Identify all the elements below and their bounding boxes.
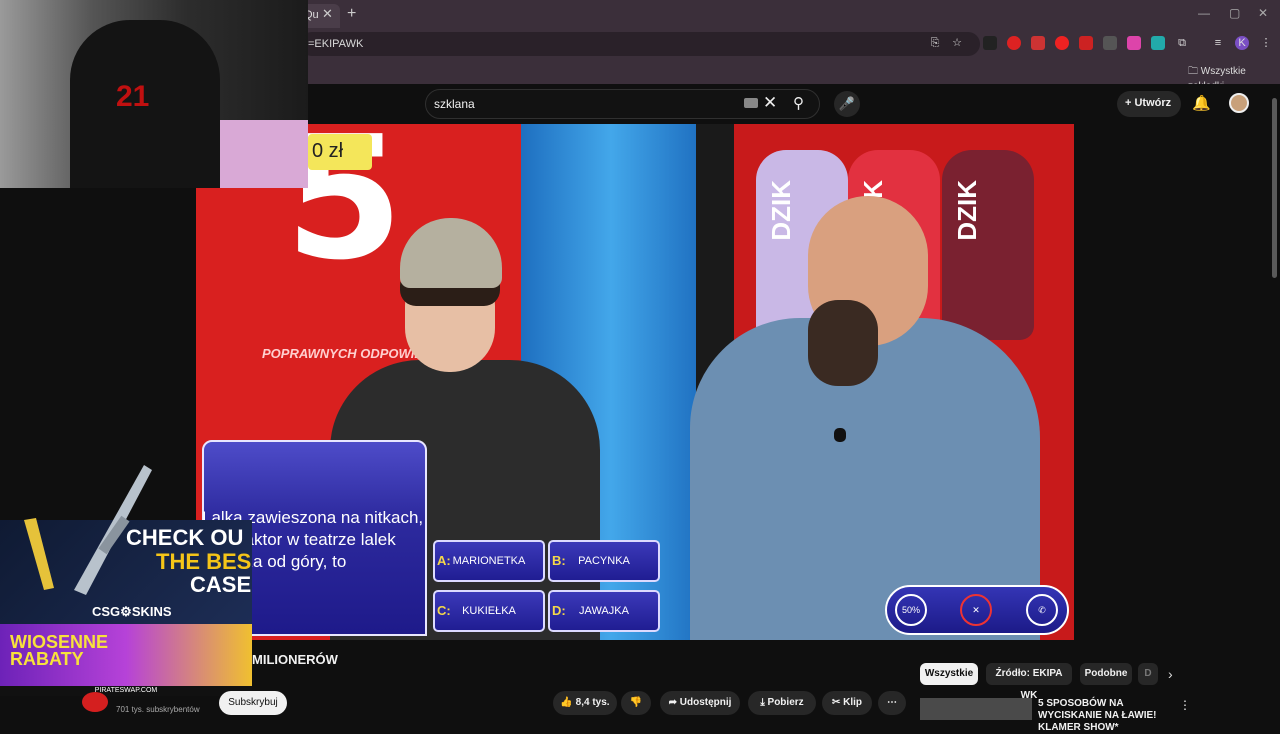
person-right-beard: [808, 300, 878, 386]
channel-avatar[interactable]: [82, 692, 108, 712]
notifications-bell-icon[interactable]: 🔔: [1192, 94, 1211, 112]
answer-c: C: KUKIEŁKA: [433, 590, 545, 632]
fifty-fifty-icon: 50%: [895, 594, 927, 626]
audience-icon: ✕: [960, 594, 992, 626]
ad-footer: PIRATESWAP.COM: [0, 686, 252, 696]
video-title: MILIONERÓW: [252, 652, 338, 667]
subscribe-button[interactable]: Subskrybuj: [219, 691, 287, 715]
page-scrollbar[interactable]: [1272, 98, 1277, 278]
new-tab-icon[interactable]: +: [347, 5, 356, 23]
subscriber-count: 701 tys. subskrybentów: [116, 705, 200, 714]
like-button[interactable]: 👍 8,4 tys.: [553, 691, 617, 715]
close-window-icon[interactable]: ✕: [1258, 6, 1268, 20]
download-button[interactable]: ⤓ Pobierz: [748, 691, 816, 715]
search-value: szklana: [434, 97, 475, 111]
profile-icon[interactable]: K: [1235, 36, 1249, 50]
answer-letter: B:: [552, 553, 566, 568]
like-count: 8,4 tys.: [575, 697, 610, 708]
answer-d: D: JAWAJKA: [548, 590, 660, 632]
bottle-label: DZIK: [952, 180, 982, 241]
answer-letter: D:: [552, 603, 566, 618]
extension-icon[interactable]: [1007, 36, 1021, 50]
answer-a: A: MARIONETKA: [433, 540, 545, 582]
clip-button[interactable]: ✂ Klip: [822, 691, 872, 715]
extensions-puzzle-icon[interactable]: ⧉: [1175, 36, 1189, 50]
answer-text: KUKIEŁKA: [462, 605, 516, 617]
search-icon[interactable]: ⚲: [793, 94, 804, 112]
install-app-icon[interactable]: ⎘: [928, 36, 942, 50]
maximize-icon[interactable]: ▢: [1229, 6, 1240, 20]
extension-icon[interactable]: [1055, 36, 1069, 50]
chip-truncated[interactable]: D: [1138, 663, 1158, 685]
extension-icon[interactable]: [1127, 36, 1141, 50]
ad-headline: WIOSENNE RABATY: [10, 632, 109, 669]
extension-icon[interactable]: [983, 36, 997, 50]
reading-list-icon[interactable]: ≡: [1211, 36, 1225, 50]
chevron-right-icon[interactable]: ›: [1168, 666, 1173, 682]
recommendation-title[interactable]: 5 SPOSOBÓW NA WYCISKANIE NA ŁAWIE! KLAME…: [1038, 698, 1178, 734]
prize-label: 0 zł: [308, 134, 372, 170]
answer-letter: C:: [437, 603, 451, 618]
recommendation-thumbnail[interactable]: [920, 698, 1032, 720]
ad-headline: CASE: [190, 572, 252, 597]
answer-letter: A:: [437, 553, 451, 568]
create-label: Utwórz: [1134, 97, 1172, 109]
download-label: Pobierz: [767, 697, 804, 708]
minimize-icon[interactable]: —: [1198, 6, 1210, 20]
share-label: Udostępnij: [679, 697, 732, 708]
dislike-button[interactable]: 👎: [621, 691, 651, 715]
extension-icon[interactable]: [1103, 36, 1117, 50]
share-button[interactable]: ➦ Udostępnij: [660, 691, 740, 715]
keyboard-icon[interactable]: [744, 98, 758, 108]
more-actions-icon[interactable]: ⋯: [878, 691, 906, 715]
user-avatar[interactable]: [1229, 93, 1249, 113]
clip-label: Klip: [843, 697, 863, 708]
hoodie-print: 21: [116, 80, 150, 113]
ad-headline: THE BES: [156, 549, 252, 574]
bookmark-star-icon[interactable]: ☆: [950, 36, 964, 50]
answer-text: PACYNKA: [578, 555, 630, 567]
create-button[interactable]: + Utwórz: [1117, 91, 1181, 117]
address-text: =EKIPAWK: [308, 38, 364, 50]
clear-search-icon[interactable]: ✕: [763, 93, 777, 113]
answer-text: JAWAJKA: [579, 605, 629, 617]
chip-all[interactable]: Wszystkie: [920, 663, 978, 685]
chip-source[interactable]: Źródło: EKIPA WK: [986, 663, 1072, 701]
ad-logo: CSG⚙SKINS: [92, 604, 172, 619]
sauce-bottle: DZIK: [942, 150, 1034, 340]
lapel-microphone: [834, 428, 846, 442]
extension-icon[interactable]: [1151, 36, 1165, 50]
extension-icon[interactable]: [1079, 36, 1093, 50]
correct-answers-text: POPRAWNYCH ODPOWIE: [262, 346, 424, 361]
menu-icon[interactable]: ⋮: [1259, 36, 1273, 50]
extension-icon[interactable]: [1031, 36, 1045, 50]
address-bar[interactable]: [300, 32, 980, 56]
close-tab-icon[interactable]: ✕: [322, 6, 333, 22]
chip-related[interactable]: Podobne: [1080, 663, 1132, 685]
recommendation-menu-icon[interactable]: ⋮: [1179, 698, 1191, 712]
phone-icon: ✆: [1026, 594, 1058, 626]
answer-text: MARIONETKA: [452, 555, 526, 567]
bottle-label: DZIK: [766, 180, 796, 241]
answer-b: B: PACYNKA: [548, 540, 660, 582]
ad-headline: CHECK OU: [126, 525, 244, 550]
search-input[interactable]: [425, 89, 820, 119]
microphone-icon[interactable]: 🎤: [834, 91, 860, 117]
